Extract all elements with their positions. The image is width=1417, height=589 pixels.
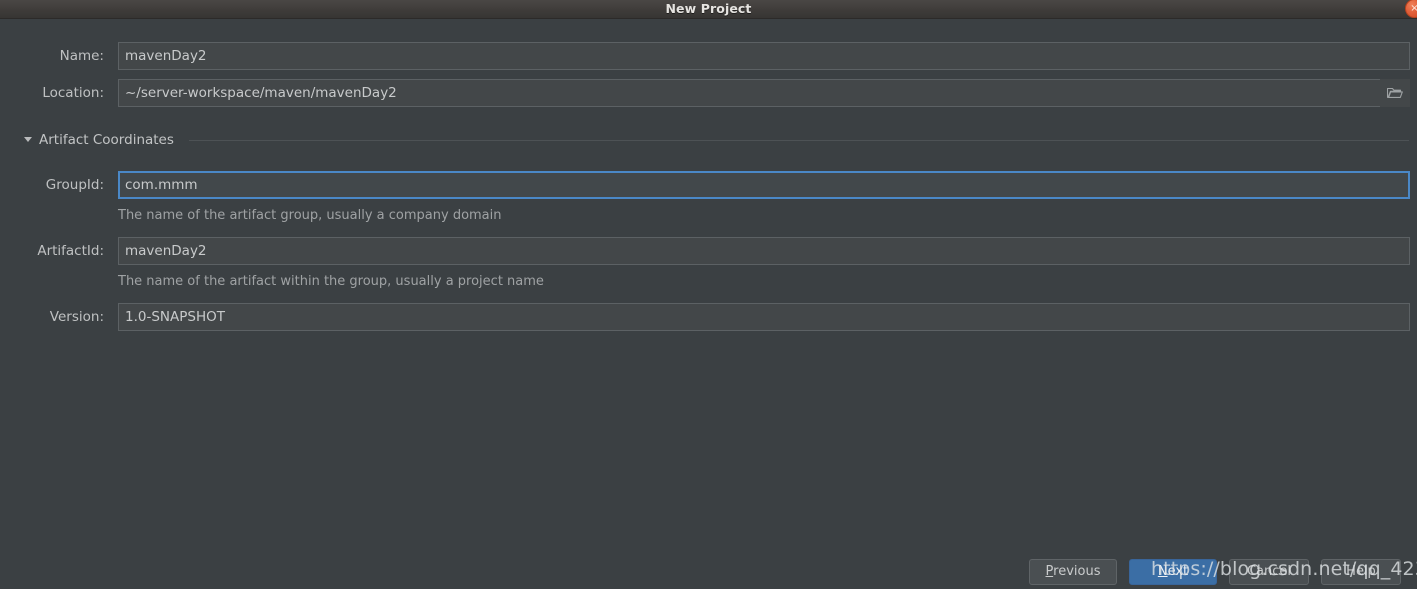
artifactid-input[interactable]: mavenDay2 xyxy=(118,237,1410,265)
previous-button-label: revious xyxy=(1053,564,1101,579)
folder-icon xyxy=(1387,87,1403,98)
artifactid-label: ArtifactId: xyxy=(37,243,104,259)
artifactid-hint: The name of the artifact within the grou… xyxy=(118,274,544,289)
chevron-down-icon[interactable] xyxy=(24,137,32,142)
window-title: New Project xyxy=(665,1,752,16)
section-divider xyxy=(189,140,1409,141)
new-project-dialog: Name: mavenDay2 Location: ~/server-works… xyxy=(0,19,1417,589)
help-button[interactable]: Help xyxy=(1321,559,1401,585)
close-glyph: × xyxy=(1410,3,1417,14)
name-label: Name: xyxy=(59,48,104,64)
version-input[interactable]: 1.0-SNAPSHOT xyxy=(118,303,1410,331)
artifactid-row: ArtifactId: mavenDay2 xyxy=(0,237,1417,265)
version-label: Version: xyxy=(49,309,104,325)
location-label: Location: xyxy=(42,85,104,101)
name-input[interactable]: mavenDay2 xyxy=(118,42,1410,70)
groupid-label: GroupId: xyxy=(45,177,104,193)
groupid-row: GroupId: com.mmm xyxy=(0,171,1417,199)
location-input[interactable]: ~/server-workspace/maven/mavenDay2 xyxy=(118,79,1410,107)
artifact-coordinates-label: Artifact Coordinates xyxy=(39,132,174,148)
window-titlebar: New Project × xyxy=(0,0,1417,19)
artifact-coordinates-section-header[interactable]: Artifact Coordinates xyxy=(0,130,1417,150)
cancel-button[interactable]: Cancel xyxy=(1229,559,1309,585)
previous-button[interactable]: Previous xyxy=(1029,559,1117,585)
previous-button-mnemonic: P xyxy=(1045,564,1054,579)
next-button[interactable]: Next xyxy=(1129,559,1217,585)
location-browse-button[interactable] xyxy=(1380,79,1410,107)
groupid-hint: The name of the artifact group, usually … xyxy=(118,208,502,223)
version-row: Version: 1.0-SNAPSHOT xyxy=(0,303,1417,331)
name-row: Name: mavenDay2 xyxy=(0,42,1417,70)
next-button-label: ext xyxy=(1167,564,1189,579)
location-row: Location: ~/server-workspace/maven/maven… xyxy=(0,79,1417,107)
next-button-mnemonic: N xyxy=(1157,564,1168,579)
groupid-input[interactable]: com.mmm xyxy=(118,171,1410,199)
close-icon[interactable]: × xyxy=(1405,0,1417,18)
